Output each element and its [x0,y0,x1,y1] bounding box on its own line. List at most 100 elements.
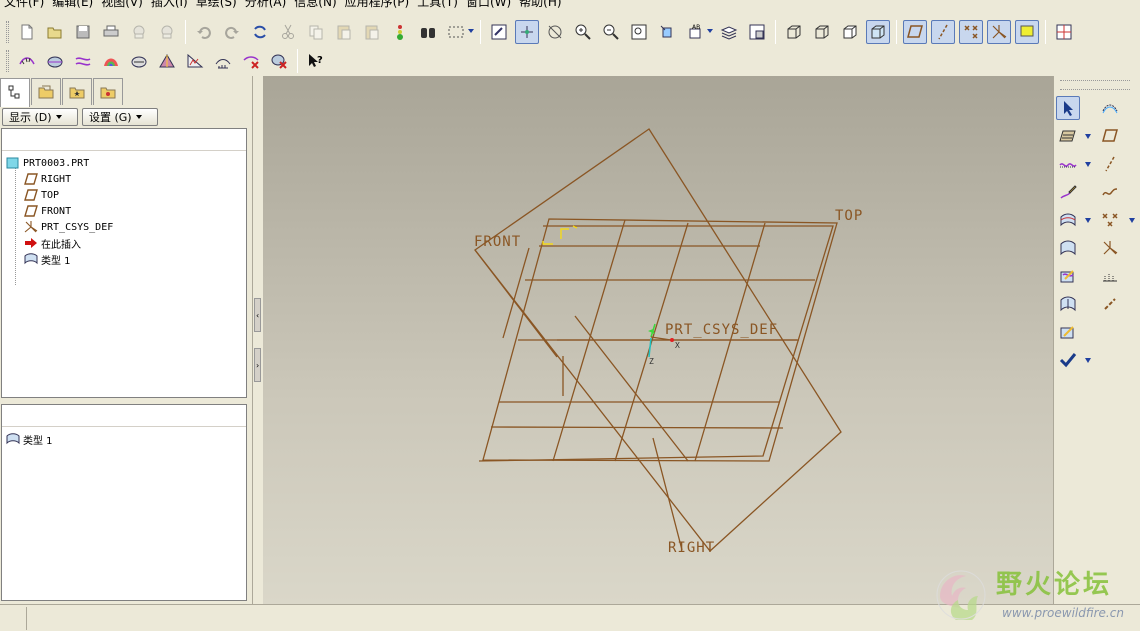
datum-point-tool-icon[interactable] [1098,208,1122,232]
menu-item[interactable]: 文件(F) [4,0,44,8]
favorites-tab[interactable] [62,78,92,105]
datum-plane-tool-icon[interactable] [1098,124,1122,148]
toolbar-grip[interactable] [6,21,9,43]
tree-item-front[interactable]: FRONT [24,203,71,219]
chevron-down-icon[interactable] [1085,218,1091,223]
csys-display-icon[interactable] [987,20,1011,44]
expand-right-icon[interactable]: › [254,348,261,382]
regenerate-icon[interactable] [248,20,272,44]
hidden-line-icon[interactable] [810,20,834,44]
zoom-in-icon[interactable] [571,20,595,44]
navigator-splitter[interactable]: ‹ › [252,76,262,604]
folder-browser-tab[interactable] [31,78,61,105]
menu-item[interactable]: 信息(N) [294,0,336,8]
chevron-down-icon[interactable] [1129,218,1135,223]
reorient-icon[interactable] [655,20,679,44]
delete-analysis-icon[interactable] [239,49,263,73]
datum-scene[interactable]: FRONT TOP RIGHT PRT_CSYS_DEF X Z [263,76,1053,604]
chevron-down-icon[interactable] [1085,358,1091,363]
print-icon[interactable] [99,20,123,44]
email-link-icon[interactable] [155,20,179,44]
orient-mode-icon[interactable] [543,20,567,44]
tree-root[interactable]: PRT0003.PRT [6,155,89,171]
spin-center-icon[interactable] [515,20,539,44]
saved-views-icon[interactable]: AB [683,20,713,44]
display-button[interactable]: 显示 (D) [2,108,78,126]
select-arrow-icon[interactable] [1056,96,1080,120]
collapse-left-icon[interactable]: ‹ [254,298,261,332]
annotation-display-icon[interactable] [1015,20,1039,44]
context-help-icon[interactable]: ? [304,49,328,73]
connections-tab[interactable] [93,78,123,105]
new-icon[interactable] [15,20,39,44]
analysis-icon[interactable] [1098,264,1122,288]
menu-item[interactable]: 帮助(H) [519,0,561,8]
view-manager-icon[interactable] [745,20,769,44]
no-hidden-icon[interactable] [838,20,862,44]
tree-item-csys[interactable]: PRT_CSYS_DEF [24,219,113,235]
curve-tool-icon[interactable] [1098,180,1122,204]
offset-icon[interactable] [71,49,95,73]
save-icon[interactable] [71,20,95,44]
model-tree-toggle-icon[interactable] [1052,20,1076,44]
curve-deviation-icon[interactable] [211,49,235,73]
toolbar-grip[interactable] [1060,80,1130,90]
shaded-curvature-icon[interactable] [99,49,123,73]
tree-item-style[interactable]: 类型 1 [24,251,71,267]
datum-axis-display-icon[interactable] [931,20,955,44]
menu-item[interactable]: 应用程序(P) [345,0,410,8]
zoom-out-icon[interactable] [599,20,623,44]
binoculars-icon[interactable] [416,20,440,44]
graphics-window[interactable]: FRONT TOP RIGHT PRT_CSYS_DEF X Z [263,76,1053,604]
internal-plane-icon[interactable] [1056,124,1080,148]
dihedral-icon[interactable] [183,49,207,73]
chevron-down-icon[interactable] [1085,134,1091,139]
hide-analysis-icon[interactable] [267,49,291,73]
undo-icon[interactable] [192,20,216,44]
refit-icon[interactable] [627,20,651,44]
paste-icon[interactable] [332,20,356,44]
toolbar-grip[interactable] [6,50,9,72]
menu-item[interactable]: 窗口(W) [466,0,511,8]
menu-item[interactable]: 插入(I) [151,0,188,8]
tree-item-insert-here[interactable]: 在此插入 [24,235,81,251]
model-tree-tab[interactable] [0,78,30,107]
menu-items[interactable]: 文件(F) 编辑(E) 视图(V) 插入(I) 草绘(S) 分析(A) 信息(N) 应用程序(… [4,0,562,8]
csys-tool-icon[interactable] [1098,236,1122,260]
menu-item[interactable]: 视图(V) [101,0,143,8]
menu-item[interactable]: 编辑(E) [52,0,93,8]
traffic-light-icon[interactable] [388,20,412,44]
wireframe-icon[interactable] [782,20,806,44]
datum-point-display-icon[interactable] [959,20,983,44]
section-icon[interactable] [43,49,67,73]
tree-item-right[interactable]: RIGHT [24,171,71,187]
draft-icon[interactable] [127,49,151,73]
surface-icon[interactable] [1056,208,1080,232]
redo-icon[interactable] [220,20,244,44]
datum-plane-display-icon[interactable] [903,20,927,44]
draw-curve-icon[interactable] [1056,180,1080,204]
email-icon[interactable] [127,20,151,44]
shading-icon[interactable] [866,20,890,44]
curve-icon[interactable] [1056,152,1080,176]
paste-special-icon[interactable] [360,20,384,44]
open-icon[interactable] [43,20,67,44]
link-icon[interactable] [1098,292,1122,316]
datum-axis-tool-icon[interactable] [1098,152,1122,176]
trace-curve-icon[interactable] [1098,96,1122,120]
select-box-icon[interactable] [444,20,474,44]
menu-item[interactable]: 分析(A) [245,0,287,8]
curvature-icon[interactable] [15,49,39,73]
settings-button[interactable]: 设置 (G) [82,108,158,126]
surface-edit-icon[interactable] [1056,236,1080,260]
layers-icon[interactable] [717,20,741,44]
chevron-down-icon[interactable] [1085,162,1091,167]
copy-icon[interactable] [304,20,328,44]
detail-item-style[interactable]: 类型 1 [6,431,53,447]
trim-icon[interactable] [1056,320,1080,344]
reflection-icon[interactable] [155,49,179,73]
cut-icon[interactable] [276,20,300,44]
tree-item-top[interactable]: TOP [24,187,59,203]
repaint-icon[interactable] [487,20,511,44]
done-check-icon[interactable] [1056,348,1080,372]
